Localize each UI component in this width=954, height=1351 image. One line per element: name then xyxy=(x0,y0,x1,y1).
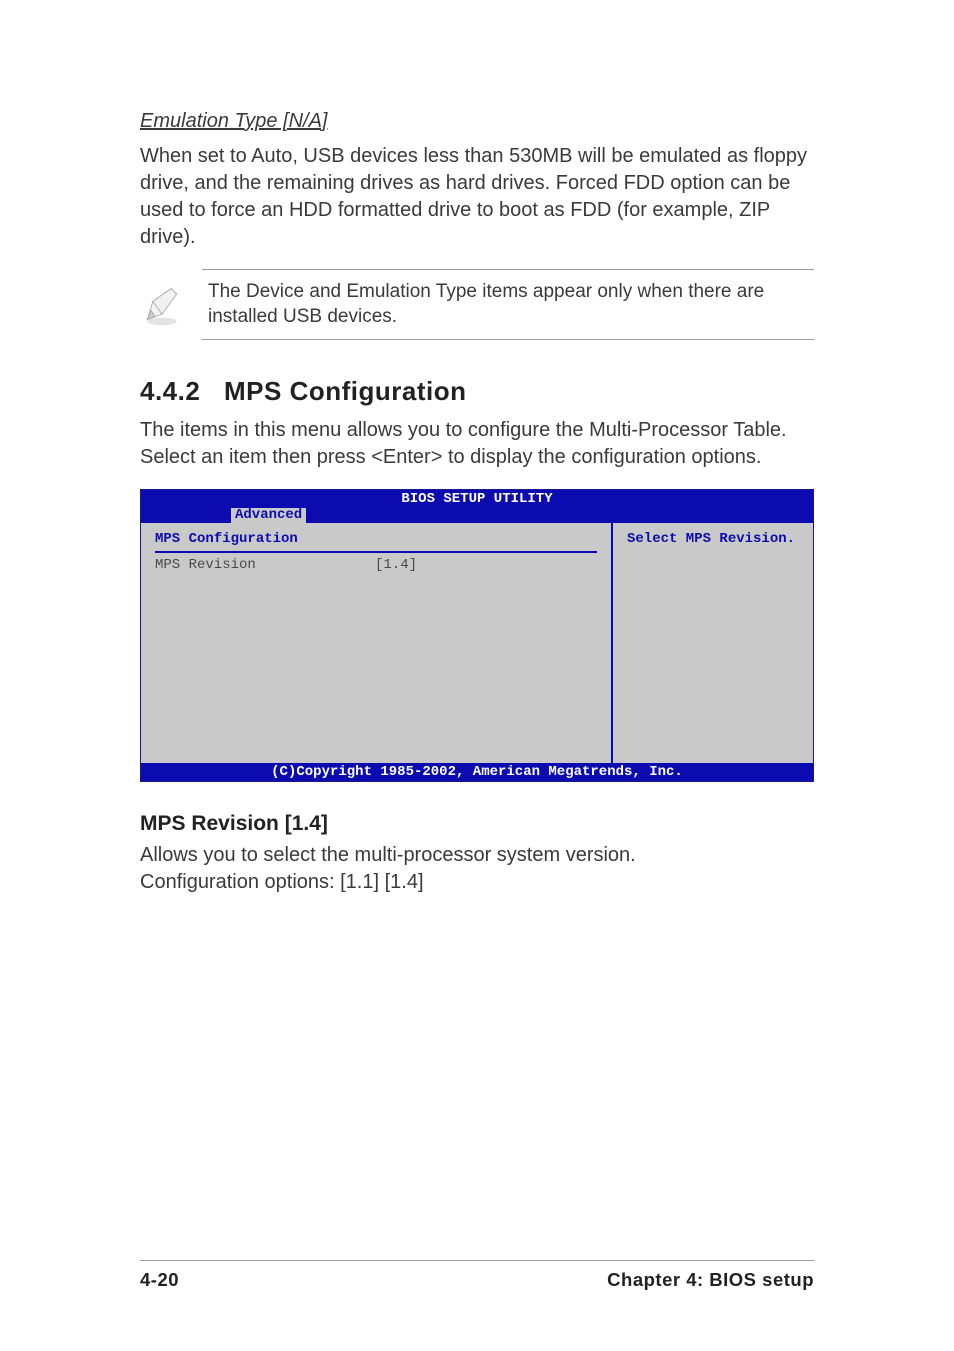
footer-chapter: Chapter 4: BIOS setup xyxy=(607,1269,814,1291)
bios-header: BIOS SETUP UTILITY Advanced xyxy=(141,490,813,523)
bios-footer: (C)Copyright 1985-2002, American Megatre… xyxy=(141,763,813,781)
emulation-type-body: When set to Auto, USB devices less than … xyxy=(140,143,814,251)
footer-page-number: 4-20 xyxy=(140,1269,179,1291)
bios-setting-label: MPS Revision xyxy=(155,557,375,573)
note-block: The Device and Emulation Type items appe… xyxy=(140,269,814,340)
bios-left-pane: MPS Configuration MPS Revision [1.4] xyxy=(141,523,613,763)
emulation-type-heading: Emulation Type [N/A] xyxy=(140,110,814,133)
bios-screenshot: BIOS SETUP UTILITY Advanced MPS Configur… xyxy=(140,489,814,782)
bios-help-text: Select MPS Revision. xyxy=(627,531,799,547)
bios-setting-value: [1.4] xyxy=(375,557,417,573)
bios-body: MPS Configuration MPS Revision [1.4] Sel… xyxy=(141,523,813,763)
page-footer: 4-20 Chapter 4: BIOS setup xyxy=(140,1260,814,1291)
mps-revision-heading: MPS Revision [1.4] xyxy=(140,812,814,836)
section-intro: The items in this menu allows you to con… xyxy=(140,417,814,471)
mps-revision-line2: Configuration options: [1.1] [1.4] xyxy=(140,869,814,896)
section-title: MPS Configuration xyxy=(224,376,466,406)
section-number: 4.4.2 xyxy=(140,376,224,407)
bios-right-pane: Select MPS Revision. xyxy=(613,523,813,763)
note-text-container: The Device and Emulation Type items appe… xyxy=(202,269,814,340)
note-text: The Device and Emulation Type items appe… xyxy=(208,280,808,329)
document-page: Emulation Type [N/A] When set to Auto, U… xyxy=(0,0,954,1351)
bios-setting-row: MPS Revision [1.4] xyxy=(155,557,597,573)
mps-revision-line1: Allows you to select the multi-processor… xyxy=(140,842,814,869)
section-heading: 4.4.2MPS Configuration xyxy=(140,376,814,407)
bios-section-title: MPS Configuration xyxy=(155,531,597,553)
note-pencil-icon xyxy=(140,283,184,327)
bios-tab-advanced: Advanced xyxy=(231,508,306,523)
bios-header-title: BIOS SETUP UTILITY xyxy=(401,491,552,507)
